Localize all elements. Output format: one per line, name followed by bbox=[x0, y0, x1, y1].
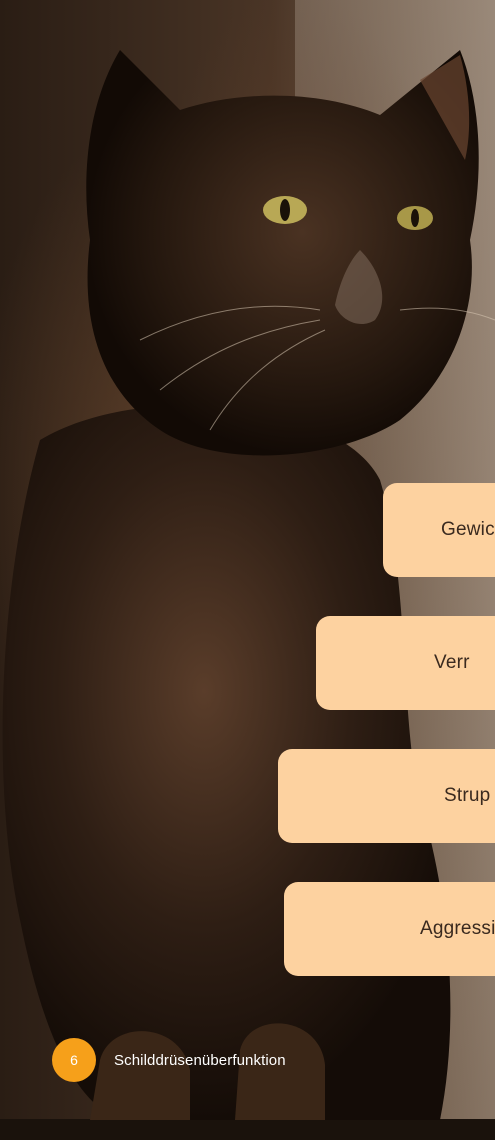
symptom-card-aggression: Aggressi bbox=[284, 882, 495, 976]
symptom-card-change: Verr bbox=[316, 616, 495, 710]
section-title: Schilddrüsenüberfunktion bbox=[114, 1051, 286, 1069]
symptom-label: Gewic bbox=[441, 519, 495, 540]
symptom-label: Aggressi bbox=[420, 918, 495, 939]
page-number-badge: 6 bbox=[52, 1038, 96, 1082]
page-footer: 6 Schilddrüsenüberfunktion bbox=[52, 1038, 286, 1082]
symptom-label: Strup bbox=[444, 785, 491, 806]
symptom-card-coat: Strup bbox=[278, 749, 495, 843]
symptom-card-weight: Gewic bbox=[383, 483, 495, 577]
symptom-label: Verr bbox=[434, 652, 470, 673]
